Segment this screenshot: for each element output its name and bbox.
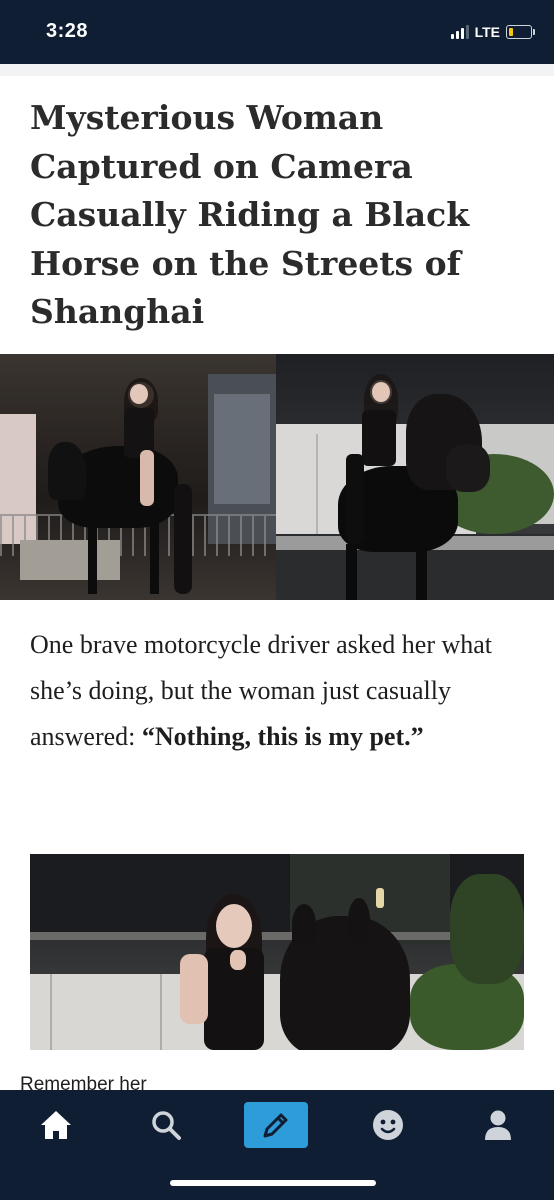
status-bar: 3:28 LTE — [0, 0, 554, 64]
profile-icon — [485, 1110, 511, 1140]
photo-row — [0, 354, 554, 600]
bottom-navigation — [0, 1090, 554, 1200]
nav-compose[interactable] — [244, 1102, 308, 1148]
image-caption: Remember her — [20, 1074, 147, 1090]
status-indicators: LTE — [450, 22, 535, 42]
article-paragraph: One brave motorcycle driver asked her wh… — [30, 622, 520, 760]
nav-profile[interactable] — [466, 1102, 530, 1148]
signal-strength-icon — [450, 25, 469, 39]
photo-woman-on-horse-closeup[interactable] — [30, 854, 524, 1050]
home-indicator[interactable] — [170, 1180, 376, 1186]
photo-woman-on-horse-night[interactable] — [276, 354, 554, 600]
home-icon — [41, 1111, 71, 1139]
battery-level — [509, 28, 513, 36]
nav-search[interactable] — [134, 1102, 198, 1148]
emoji-face-icon — [373, 1110, 403, 1140]
compose-icon — [263, 1113, 288, 1138]
paragraph-quote: “Nothing, this is my pet.” — [141, 722, 424, 751]
status-time: 3:28 — [46, 20, 89, 42]
nav-home[interactable] — [24, 1102, 88, 1148]
search-icon — [152, 1111, 181, 1140]
card-divider — [0, 64, 554, 76]
article-headline: Mysterious Woman Captured on Camera Casu… — [30, 98, 470, 331]
photo-woman-on-horse-street[interactable] — [0, 354, 276, 600]
network-type: LTE — [474, 24, 500, 40]
article-card[interactable]: Mysterious Woman Captured on Camera Casu… — [0, 64, 554, 1090]
battery-icon — [506, 25, 535, 39]
nav-reactions[interactable] — [356, 1102, 420, 1148]
